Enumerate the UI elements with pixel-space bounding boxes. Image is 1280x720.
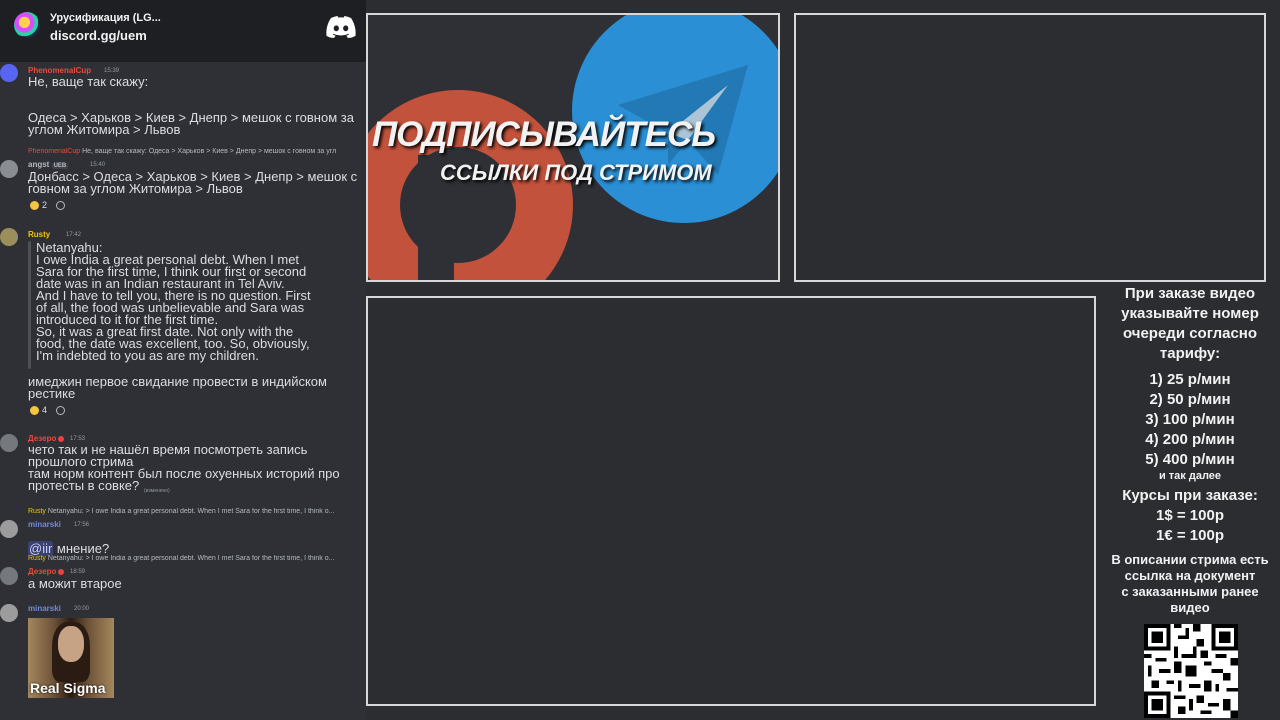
reply-text: Netanyahu: > I owe India a great persona… [47,555,335,562]
reply-author: Rusty [28,555,46,562]
reaction[interactable]: 4 [30,403,66,417]
tariff-item: 4) 200 р/мин [1145,431,1235,448]
reply-author: Rusty [28,508,46,515]
message-text: @iir мнение? [28,531,110,556]
info-line: тарифу: [1159,345,1221,362]
avatar[interactable] [0,64,18,82]
banner-subtitle: ССЫЛКИ ПОД СТРИМОМ [440,160,712,185]
emoji-icon [30,200,39,210]
subscribe-banner: ПОДПИСЫВАЙТЕСЬ ССЫЛКИ ПОД СТРИМОМ [366,13,780,282]
message-text-body: мнение? [53,541,110,556]
description-note: ссылка на документ [1124,568,1256,583]
reaction[interactable]: 2 [30,198,66,212]
server-invite: discord.gg/uem [50,28,147,43]
message-author[interactable]: Rusty [28,230,50,239]
message-text: Донбасс > Одеса > Харьков > Киев > Днепр… [28,169,358,196]
role-badge-icon [58,568,65,575]
quoted-text: Netanyahu: I owe India a great personal … [36,240,311,363]
qr-code-icon [1144,624,1238,718]
message-timestamp: 17:56 [74,522,90,528]
message-text: имеджин первое свидание провести в индий… [28,374,327,401]
gif-figure-face [58,626,84,662]
message-text: Одеса > Харьков > Киев > Днепр > мешок с… [28,110,354,137]
webcam-frame [794,13,1266,282]
description-note: с заказанными ранее [1121,584,1259,599]
info-line: указывайте номер [1121,305,1259,322]
banner-title: ПОДПИСЫВАЙТЕСЬ [372,115,716,154]
reply-preview[interactable]: Rusty Netanyahu: > I owe India a great p… [28,508,366,515]
tariff-item: 3) 100 р/мин [1145,411,1235,428]
server-name: Урусификация (LG... [50,12,161,24]
discord-logo-icon [326,16,356,38]
user-mention[interactable]: @iir [28,541,54,556]
chat-overlay: Урусификация (LG... discord.gg/uem Pheno… [0,0,366,720]
message-timestamp: 18:59 [70,569,86,575]
avatar[interactable] [0,604,18,622]
reaction-count: 2 [42,200,48,210]
reply-preview[interactable]: PhenomenalCup Не, ваще так скажу: Одеса … [28,148,366,155]
author-name: angst [28,160,50,169]
message-timestamp: 20:00 [74,606,90,612]
tariff-item: 1) 25 р/мин [1149,371,1231,388]
rate-item: 1€ = 100р [1156,527,1224,544]
description-note: видео [1170,600,1210,615]
message-timestamp: 17:42 [66,232,82,238]
message-author[interactable]: Дезерo [28,567,66,576]
info-line: очереди согласно [1122,325,1258,342]
tariff-etc: и так далее [1158,470,1222,482]
reaction-count: 4 [42,405,48,415]
avatar[interactable] [0,567,18,585]
message-text: чето так и не нашёл время посмотреть зап… [28,442,340,493]
info-line: При заказе видео [1124,285,1256,302]
reply-text: Не, ваще так скажу: Одеса > Харьков > Ки… [82,148,337,155]
emoji-icon [30,405,39,415]
reply-author: PhenomenalCup [28,148,81,155]
avatar[interactable] [0,228,18,246]
add-reaction-icon[interactable] [56,405,66,415]
message-author[interactable]: angst UEB [28,160,69,169]
rates-title: Курсы при заказе: [1122,487,1258,504]
avatar[interactable] [0,160,18,178]
message-author[interactable]: minarski [28,604,61,613]
video-frame [366,296,1096,706]
gif-caption: Real Sigma [30,680,106,696]
tariff-item: 5) 400 р/мин [1145,451,1235,468]
message-author[interactable]: minarski [28,520,61,529]
avatar[interactable] [0,434,18,452]
message-text: а можит втарое [28,576,122,591]
chat-header: Урусификация (LG... discord.gg/uem [0,0,366,62]
gif-image[interactable]: Real Sigma [28,618,114,698]
message-text: Не, ваще так скажу: [28,74,149,89]
add-reaction-icon[interactable] [56,200,66,210]
edited-marker: (изменено) [144,488,170,494]
avatar[interactable] [0,520,18,538]
order-info-panel: При заказе видео указывайте номер очеред… [1100,284,1280,616]
reply-text: Netanyahu: > I owe India a great persona… [47,508,335,515]
reply-preview[interactable]: Rusty Netanyahu: > I owe India a great p… [28,555,366,562]
tariff-item: 2) 50 р/мин [1149,391,1231,408]
rate-item: 1$ = 100р [1156,507,1224,524]
description-note: В описании стрима есть [1111,552,1269,567]
message-timestamp: 15:40 [90,162,106,168]
blockquote-bar [28,241,31,369]
role-badge-icon [58,435,65,442]
server-icon [14,12,40,38]
author-name: Дезерo [28,567,57,576]
